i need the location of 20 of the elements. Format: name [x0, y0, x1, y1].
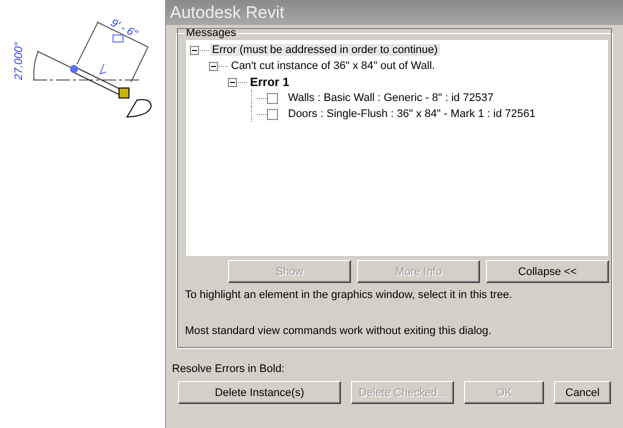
collapse-icon[interactable]: [228, 78, 237, 86]
tree-item[interactable]: Error 1: [248, 75, 292, 89]
dialog-button[interactable]: Collapse <<: [486, 260, 609, 283]
hint-text: Most standard view commands work without exiting this dialog.: [185, 325, 492, 337]
tree-item[interactable]: Walls : Basic Wall : Generic - 8" : id 72537: [286, 92, 496, 104]
tree-item[interactable]: Error (must be addressed in order to continue): [210, 44, 440, 56]
collapse-icon[interactable]: [209, 62, 218, 70]
window-title: Autodesk Revit: [170, 2, 284, 22]
checkbox[interactable]: [267, 108, 278, 120]
checkbox[interactable]: [267, 92, 278, 104]
hint-text: To highlight an element in the graphics window, select it in this tree.: [185, 289, 514, 301]
dialog-button[interactable]: Cancel: [554, 381, 611, 404]
angle-dimension: 27.000°: [13, 42, 25, 80]
length-dimension: 9' - 6": [108, 16, 140, 40]
group-label: Messages: [185, 27, 238, 39]
resolve-label: Resolve Errors in Bold:: [172, 363, 286, 375]
collapse-icon[interactable]: [190, 46, 199, 54]
tree-item[interactable]: Can't cut instance of 36" x 84" out of Wall.: [229, 60, 437, 72]
dialog-button[interactable]: Delete Instance(s): [178, 381, 341, 404]
tree-item[interactable]: Doors : Single-Flush : 36" x 84" - Mark 1 : id 72561: [286, 108, 538, 120]
